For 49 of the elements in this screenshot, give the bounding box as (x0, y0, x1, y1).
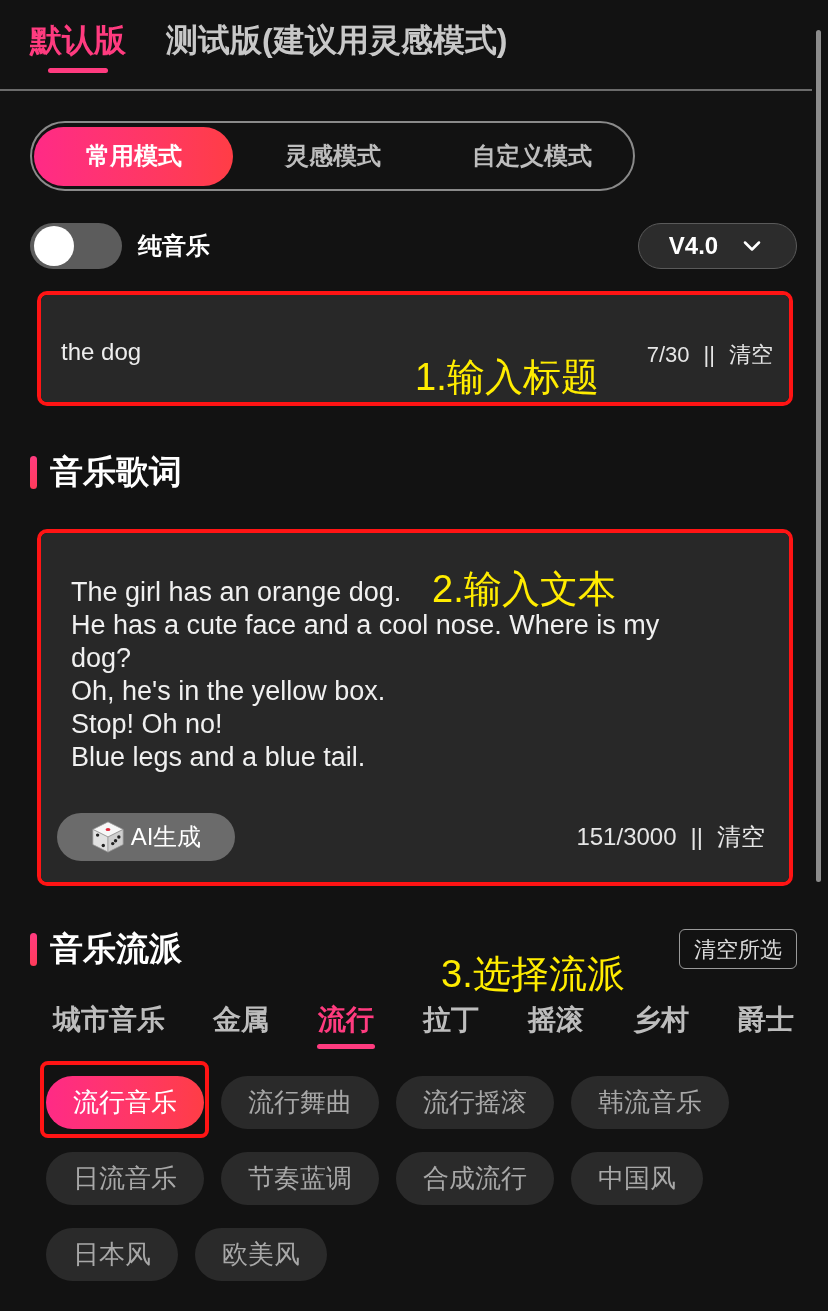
lyrics-line: He has a cute face and a cool nose. Where is my dog? (71, 609, 661, 675)
genre-chip[interactable]: 韩流音乐 (571, 1076, 729, 1129)
annotation-label: 3.选择流派 (441, 952, 625, 996)
version-tab[interactable]: 测试版(建议用灵感模式) (166, 18, 508, 73)
mode-tab[interactable]: 灵感模式 (233, 126, 432, 186)
clear-selection-button[interactable]: 清空所选 (679, 929, 797, 969)
section-heading: 音乐流派 (50, 929, 182, 970)
genre-chip[interactable]: 中国风 (571, 1152, 703, 1205)
dice-icon (90, 820, 125, 854)
mode-tab[interactable]: 常用模式 (34, 126, 233, 186)
section-heading: 音乐歌词 (50, 452, 182, 493)
accent-bar (30, 455, 37, 489)
model-select[interactable]: V4.0 (638, 223, 797, 269)
genre-tab[interactable]: 流行 (317, 1000, 375, 1049)
separator-text: || (703, 341, 715, 369)
genre-chip[interactable]: 流行舞曲 (221, 1076, 379, 1129)
lyrics-line: Oh, he's in the yellow box. (71, 675, 386, 708)
genre-tab[interactable]: 摇滚 (527, 1000, 585, 1049)
input-value: the dog (61, 336, 142, 367)
genre-tab[interactable]: 拉丁 (422, 1000, 480, 1049)
lyrics-line: The girl has an orange dog. (71, 576, 402, 609)
lyrics-line: Stop! Oh no! (71, 708, 223, 741)
separator-text: || (690, 822, 703, 852)
ai-generate-button[interactable]: AI生成 (57, 813, 235, 861)
genre-chip[interactable]: 流行摇滚 (396, 1076, 554, 1129)
genre-chip[interactable]: 合成流行 (396, 1152, 554, 1205)
char-counter: 151/3000 (576, 822, 677, 852)
char-counter: 7/30 (646, 341, 690, 369)
lyrics-input[interactable]: The girl has an orange dog. He has a cute face and a cool nose. Where is my dog? Oh, he's in the yellow box. Stop! Oh no! Blue legs and a blue tail. AI生成 151/3000 || 清空 2.输入文本 (41, 533, 789, 882)
instrumental-toggle[interactable] (30, 223, 122, 269)
toggle-label: 纯音乐 (138, 231, 210, 261)
version-tab[interactable]: 默认版 (30, 18, 126, 73)
accent-bar (30, 932, 37, 966)
lyrics-line: Blue legs and a blue tail. (71, 741, 366, 774)
annotation-label: 1.输入标题 (415, 355, 599, 399)
genre-chip[interactable]: 流行音乐 (46, 1076, 204, 1129)
genre-tab[interactable]: 城市音乐 (53, 1000, 165, 1049)
genre-chip[interactable]: 节奏蓝调 (221, 1152, 379, 1205)
clear-button[interactable]: 清空 (717, 819, 765, 855)
genre-chip[interactable]: 欧美风 (195, 1228, 327, 1281)
genre-chip[interactable]: 日流音乐 (46, 1152, 204, 1205)
title-input[interactable]: the dog 7/30 || 清空 1.输入标题 (41, 295, 789, 402)
genre-tab[interactable]: 金属 (212, 1000, 270, 1049)
genre-chip[interactable]: 日本风 (46, 1228, 178, 1281)
genre-tab[interactable]: 爵士 (737, 1000, 795, 1049)
clear-button[interactable]: 清空 (729, 338, 773, 371)
genre-tab[interactable]: 乡村 (632, 1000, 690, 1049)
annotation-label: 2.输入文本 (432, 570, 616, 608)
mode-tab[interactable]: 自定义模式 (432, 126, 631, 186)
